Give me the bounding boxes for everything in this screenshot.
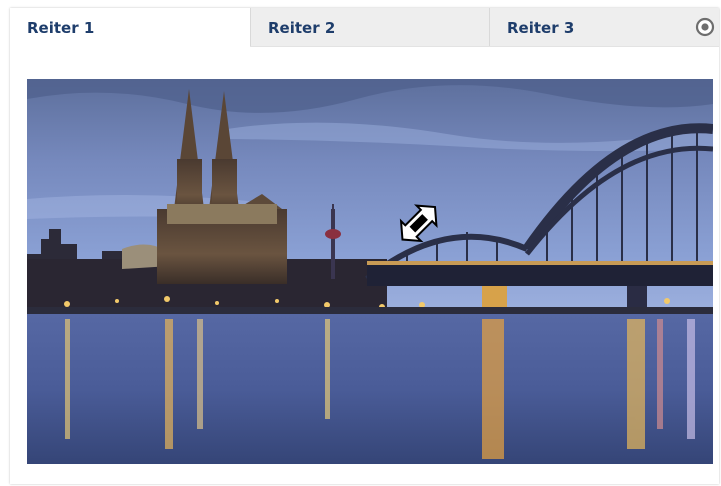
tab-reiter-3[interactable]: Reiter 3 xyxy=(489,8,719,46)
circle-dot-icon[interactable] xyxy=(695,17,715,37)
tab-bar: Reiter 1 Reiter 2 Reiter 3 xyxy=(10,8,719,47)
tab-reiter-2[interactable]: Reiter 2 xyxy=(250,8,489,46)
tab-widget: Reiter 1 Reiter 2 Reiter 3 xyxy=(10,8,719,484)
city-photo xyxy=(27,79,713,464)
tab-reiter-1[interactable]: Reiter 1 xyxy=(10,8,250,47)
